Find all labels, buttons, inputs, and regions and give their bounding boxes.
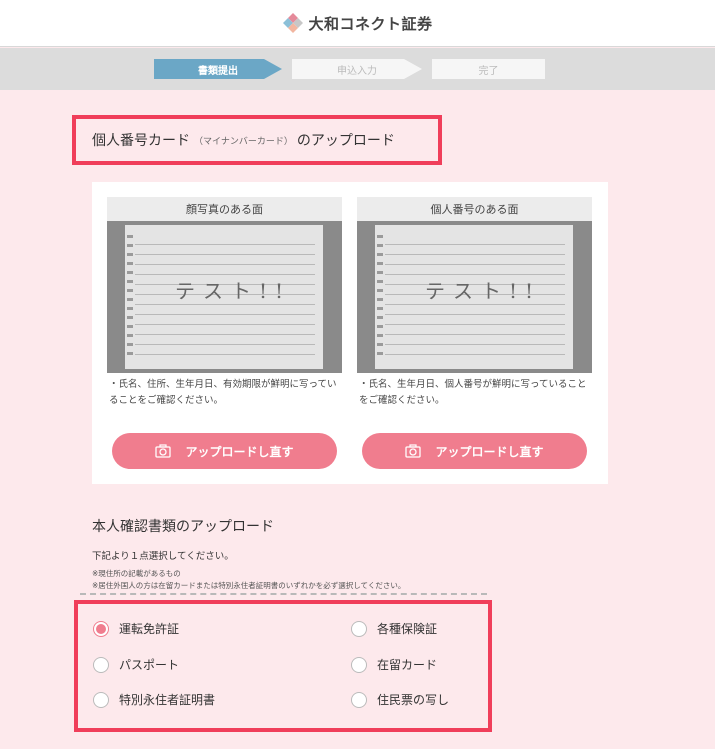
progress-steps: 書類提出 申込入力 完了 bbox=[0, 48, 715, 90]
photo-handwriting: テスト!! bbox=[175, 279, 292, 303]
face-side-note: ・氏名、住所、生年月日、有効期限が鮮明に写っていることをご確認ください。 bbox=[109, 379, 337, 406]
mynumber-subtitle: （マイナンバーカード） bbox=[194, 136, 293, 147]
option-resident-record[interactable]: 住民票の写し bbox=[351, 691, 449, 708]
brand-logo[interactable]: 大和コネクト証券 bbox=[282, 12, 432, 34]
step-application-input: 申込入力 bbox=[292, 59, 422, 79]
face-side-photo: テスト!! bbox=[107, 221, 342, 373]
reupload-number-button[interactable]: アップロードし直す bbox=[362, 433, 587, 469]
number-side-note: ・氏名、生年月日、個人番号が鮮明に写っていることをご確認ください。 bbox=[359, 379, 587, 406]
identity-note-foreign: ※居住外国人の方は在留カードまたは特別永住者証明書のいずれかを必ず選択してくださ… bbox=[92, 581, 406, 590]
identity-document-options: 運転免許証 各種保険証 パスポート 在留カード 特別永住者証明書 住民票の写し bbox=[74, 600, 492, 732]
reupload-number-label: アップロードし直す bbox=[435, 444, 544, 459]
identity-instruction: 下記より１点選択してください。 bbox=[92, 551, 234, 562]
header: 大和コネクト証券 bbox=[0, 0, 715, 47]
step-complete: 完了 bbox=[432, 59, 545, 79]
number-side-heading: 個人番号のある面 bbox=[357, 197, 592, 221]
radio[interactable] bbox=[351, 656, 367, 673]
radio[interactable] bbox=[93, 691, 109, 708]
face-side-panel: 顔写真のある面 テスト!! ・氏名、住所、生年月日、有効期限が鮮明に写っているこ… bbox=[107, 197, 342, 409]
reupload-face-button[interactable]: アップロードし直す bbox=[112, 433, 337, 469]
photo-handwriting: テスト!! bbox=[425, 279, 542, 303]
radio-selected[interactable] bbox=[93, 620, 109, 637]
face-side-heading: 顔写真のある面 bbox=[107, 197, 342, 221]
option-label: 特別永住者証明書 bbox=[119, 693, 216, 707]
number-side-panel: 個人番号のある面 テスト!! ・氏名、生年月日、個人番号が鮮明に写っていることを… bbox=[357, 197, 592, 409]
camera-icon bbox=[405, 444, 422, 458]
identity-note-address: ※現住所の記載があるもの bbox=[92, 569, 181, 578]
radio[interactable] bbox=[351, 620, 367, 637]
divider bbox=[80, 593, 487, 595]
mynumber-title: 個人番号カード bbox=[92, 133, 190, 149]
option-label: 在留カード bbox=[377, 658, 438, 672]
step-document-submission: 書類提出 bbox=[154, 59, 282, 79]
radio[interactable] bbox=[93, 656, 109, 673]
option-drivers-license[interactable]: 運転免許証 bbox=[93, 620, 179, 637]
option-residence-card[interactable]: 在留カード bbox=[351, 656, 437, 673]
reupload-face-label: アップロードし直す bbox=[185, 444, 294, 459]
camera-icon bbox=[155, 444, 172, 458]
option-label: 運転免許証 bbox=[119, 622, 180, 636]
brand-name: 大和コネクト証券 bbox=[308, 14, 433, 33]
option-label: 各種保険証 bbox=[377, 622, 438, 636]
option-label: パスポート bbox=[119, 658, 180, 672]
identity-section-title: 本人確認書類のアップロード bbox=[92, 519, 274, 535]
mynumber-upload-card: 顔写真のある面 テスト!! ・氏名、住所、生年月日、有効期限が鮮明に写っているこ… bbox=[92, 182, 608, 484]
option-special-permanent-resident[interactable]: 特別永住者証明書 bbox=[93, 691, 215, 708]
daiwa-logo-icon bbox=[283, 13, 304, 33]
number-side-photo: テスト!! bbox=[357, 221, 592, 373]
option-health-insurance[interactable]: 各種保険証 bbox=[351, 620, 437, 637]
option-passport[interactable]: パスポート bbox=[93, 656, 179, 673]
mynumber-title-suffix: のアップロード bbox=[296, 133, 395, 149]
radio[interactable] bbox=[351, 691, 367, 708]
option-label: 住民票の写し bbox=[377, 693, 450, 707]
mynumber-section-title: 個人番号カード （マイナンバーカード） のアップロード bbox=[72, 115, 442, 165]
